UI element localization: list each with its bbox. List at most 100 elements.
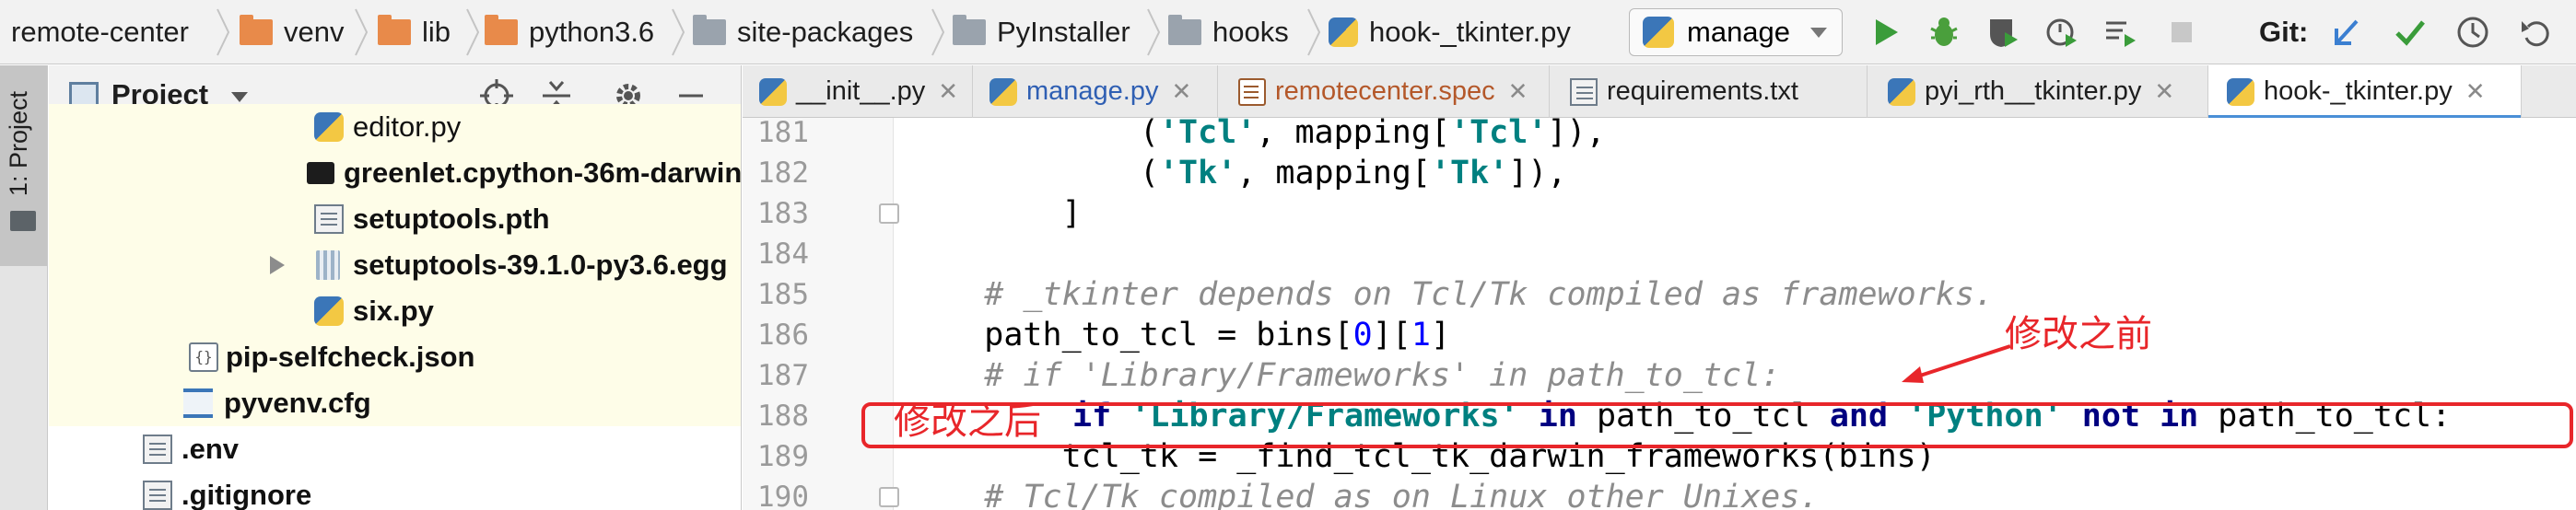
text-file-icon bbox=[143, 481, 172, 510]
code-token: 'Tcl' bbox=[1158, 118, 1257, 151]
egg-archive-icon bbox=[316, 250, 340, 280]
code-line[interactable]: # if 'Library/Frameworks' in path_to_tcl… bbox=[907, 355, 1780, 396]
breadcrumb-item[interactable]: lib bbox=[378, 0, 451, 64]
tree-item-editor-py[interactable]: editor.py bbox=[49, 104, 741, 150]
run-icon[interactable] bbox=[1865, 12, 1905, 52]
tab-requirements-txt[interactable]: requirements.txt bbox=[1550, 65, 1868, 118]
tree-item-pyvenv-cfg[interactable]: pyvenv.cfg bbox=[49, 380, 741, 426]
code-line[interactable]: # _tkinter depends on Tcl/Tk compiled as… bbox=[907, 274, 1994, 315]
breadcrumb-label: venv bbox=[284, 16, 345, 48]
breadcrumb-item[interactable]: remote-center bbox=[11, 0, 189, 64]
breadcrumb-item[interactable]: python3.6 bbox=[485, 0, 654, 64]
line-number: 188 bbox=[757, 400, 809, 433]
python-file-icon bbox=[1888, 77, 1915, 106]
fold-marker-icon[interactable] bbox=[879, 487, 899, 507]
tab-label: hook-_tkinter.py bbox=[2264, 76, 2453, 106]
json-file-icon: {} bbox=[189, 342, 218, 372]
close-icon[interactable]: ✕ bbox=[2465, 77, 2486, 106]
debug-icon[interactable] bbox=[1924, 12, 1964, 52]
chevron-down-icon[interactable] bbox=[231, 92, 248, 102]
breadcrumb-label: PyInstaller bbox=[997, 16, 1130, 48]
breadcrumb-separator-icon bbox=[1146, 7, 1161, 57]
tree-item-label: pyvenv.cfg bbox=[224, 387, 371, 419]
stop-icon[interactable] bbox=[2161, 12, 2202, 52]
code-token: path_to_tcl = bins[ bbox=[907, 317, 1353, 354]
tab-hook-tkinter-py[interactable]: hook-_tkinter.py ✕ bbox=[2208, 65, 2522, 119]
code-token: ]), bbox=[1508, 155, 1567, 191]
code-token: ][ bbox=[1372, 317, 1411, 354]
line-number: 185 bbox=[757, 278, 809, 311]
run-configuration-select[interactable]: manage bbox=[1629, 8, 1843, 56]
close-icon[interactable]: ✕ bbox=[1172, 77, 1192, 106]
folder-icon bbox=[10, 211, 36, 231]
close-icon[interactable]: ✕ bbox=[938, 77, 958, 106]
folder-orange-icon bbox=[378, 15, 411, 45]
code-token: 'Tcl' bbox=[1450, 118, 1548, 151]
breadcrumb-item[interactable]: hooks bbox=[1168, 0, 1289, 64]
tree-item-setuptools-pth[interactable]: setuptools.pth bbox=[49, 196, 741, 242]
breadcrumb-label: remote-center bbox=[11, 16, 189, 48]
tree-item-env[interactable]: .env bbox=[49, 426, 741, 472]
git-history-icon[interactable] bbox=[2453, 12, 2493, 52]
code-line[interactable]: ] bbox=[907, 193, 1082, 234]
code-line[interactable]: # Tcl/Tk compiled as on Linux other Unix… bbox=[907, 477, 1819, 510]
close-icon[interactable]: ✕ bbox=[1508, 77, 1528, 106]
tab-init-py[interactable]: __init__.py ✕ bbox=[743, 65, 973, 118]
code-token: 0 bbox=[1352, 317, 1373, 354]
tree-item-six-py[interactable]: six.py bbox=[49, 288, 741, 334]
breadcrumb-item[interactable]: PyInstaller bbox=[953, 0, 1130, 64]
breadcrumb-label: hook-_tkinter.py bbox=[1369, 16, 1571, 48]
tool-window-strip: 1: Project bbox=[0, 65, 48, 510]
expand-arrow-icon[interactable] bbox=[270, 256, 285, 274]
line-number: 183 bbox=[757, 197, 809, 230]
tab-remotecenter-spec[interactable]: remotecenter.spec ✕ bbox=[1218, 65, 1550, 118]
spec-file-icon bbox=[1238, 77, 1266, 106]
git-commit-icon[interactable] bbox=[2390, 12, 2430, 52]
tab-pyi-rth-tkinter-py[interactable]: pyi_rth__tkinter.py ✕ bbox=[1868, 65, 2208, 118]
folder-orange-icon bbox=[240, 15, 273, 45]
code-line[interactable]: ('Tcl', mapping['Tcl']), bbox=[907, 118, 1606, 153]
tree-item-pip-selfcheck[interactable]: {} pip-selfcheck.json bbox=[49, 334, 741, 380]
tab-label: manage.py bbox=[1026, 76, 1159, 106]
git-rollback-icon[interactable] bbox=[2515, 12, 2556, 52]
code-line[interactable]: path_to_tcl = bins[0][1] bbox=[907, 315, 1450, 355]
folder-gray-icon bbox=[953, 15, 986, 45]
code-token: # Tcl/Tk compiled as on Linux other Unix… bbox=[907, 479, 1820, 510]
tree-item-greenlet[interactable]: greenlet.cpython-36m-darwin.so bbox=[49, 150, 742, 196]
breadcrumb-item[interactable]: site-packages bbox=[693, 0, 913, 64]
python-file-icon bbox=[759, 77, 787, 106]
tree-item-label: editor.py bbox=[353, 110, 462, 143]
tree-item-label: six.py bbox=[353, 295, 434, 327]
git-update-icon[interactable] bbox=[2327, 12, 2368, 52]
line-number: 187 bbox=[757, 359, 809, 392]
code-token: # if 'Library/Frameworks' in path_to_tcl… bbox=[907, 357, 1781, 394]
project-tool-tab[interactable]: 1: Project bbox=[0, 65, 47, 266]
code-line[interactable]: ('Tk', mapping['Tk']), bbox=[907, 153, 1567, 193]
concurrency-icon[interactable] bbox=[2101, 12, 2141, 52]
tab-manage-py[interactable]: manage.py ✕ bbox=[973, 65, 1218, 118]
code-token: ] bbox=[907, 195, 1082, 232]
project-tool-tab-label: 1: Project bbox=[5, 91, 32, 197]
python-icon bbox=[1643, 17, 1674, 48]
breadcrumb-label: site-packages bbox=[737, 16, 914, 48]
code-editor[interactable]: 181 182 183 184 185 186 187 188 189 190 ('Tcl', m… bbox=[743, 118, 2576, 510]
breadcrumb-separator-icon bbox=[931, 7, 945, 57]
fold-marker-icon[interactable] bbox=[879, 203, 899, 224]
breadcrumb-item[interactable]: venv bbox=[240, 0, 344, 64]
tree-item-label: greenlet.cpython-36m-darwin.so bbox=[344, 156, 742, 189]
breadcrumb-label: lib bbox=[422, 16, 451, 48]
tree-item-gitignore[interactable]: .gitignore bbox=[49, 472, 741, 510]
coverage-icon[interactable] bbox=[1983, 12, 2023, 52]
close-icon[interactable]: ✕ bbox=[2154, 77, 2174, 106]
breadcrumb-item[interactable]: hook-_tkinter.py bbox=[1329, 0, 1571, 64]
code-token: ]), bbox=[1547, 118, 1606, 151]
code-token: # _tkinter depends on Tcl/Tk compiled as… bbox=[907, 276, 1995, 313]
code-token: ( bbox=[907, 118, 1159, 151]
tree-item-setuptools-egg[interactable]: setuptools-39.1.0-py3.6.egg bbox=[49, 242, 741, 288]
highlight-box bbox=[861, 402, 2573, 448]
config-file-icon bbox=[183, 388, 213, 418]
breadcrumb-separator-icon bbox=[465, 7, 480, 57]
code-token: ] bbox=[1430, 317, 1451, 354]
editor-tab-bar: __init__.py ✕ manage.py ✕ remotecenter.s… bbox=[743, 65, 2576, 119]
profile-icon[interactable] bbox=[2042, 12, 2082, 52]
